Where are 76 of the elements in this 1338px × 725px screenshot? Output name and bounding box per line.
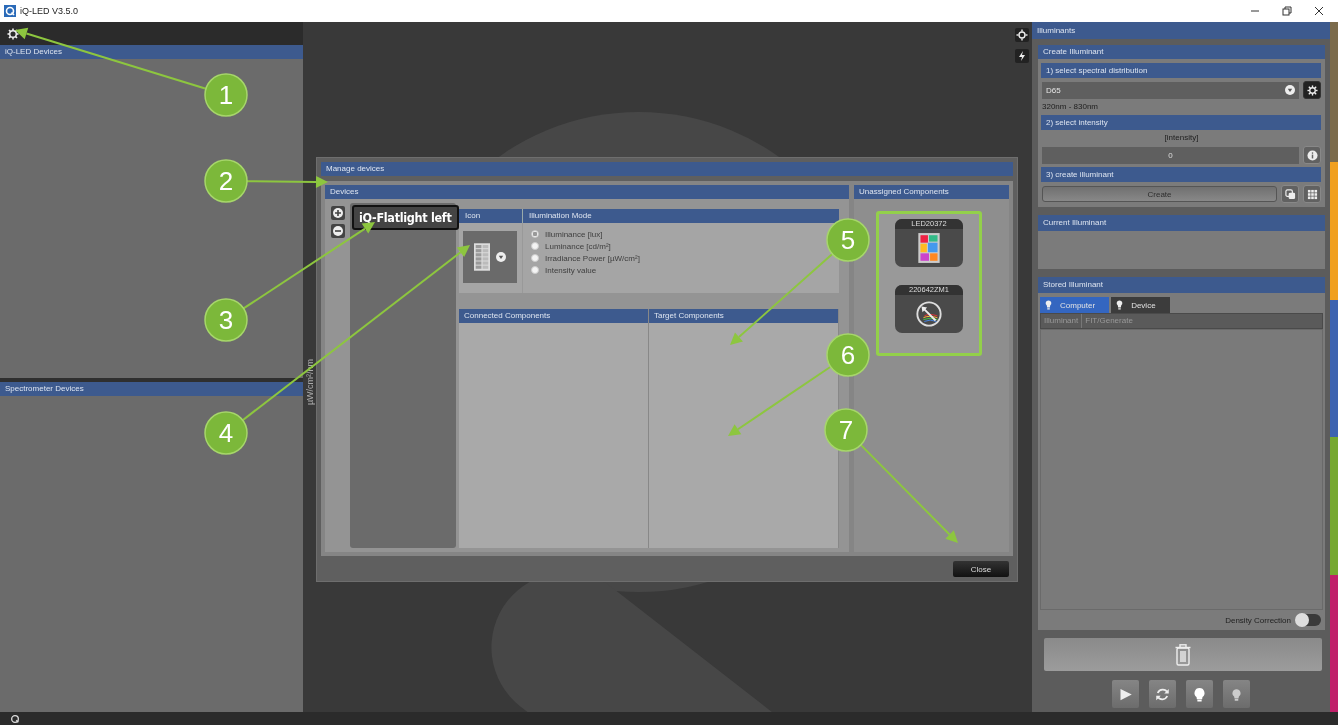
tab[interactable]: Computer xyxy=(1040,297,1110,313)
callout-marker: 2 xyxy=(204,159,248,203)
settings-button[interactable] xyxy=(1303,81,1321,99)
play-button[interactable] xyxy=(1112,680,1139,708)
axis-label: µW/cm²/nm xyxy=(305,358,316,406)
settings-icon xyxy=(1306,84,1318,96)
caret-icon xyxy=(1285,85,1295,95)
callout-marker: 6 xyxy=(826,333,870,377)
field-label: [intensity] xyxy=(1163,133,1200,143)
card-header: Create Illuminant xyxy=(1038,45,1325,59)
radio-label: Irradiance Power [µW/cm²] xyxy=(545,253,640,263)
radio-button[interactable] xyxy=(531,242,539,250)
column-header: Illumination Mode xyxy=(523,209,839,223)
tab[interactable]: Device xyxy=(1111,297,1170,313)
step-header: 2) select intensity xyxy=(1041,115,1321,130)
grid-button[interactable] xyxy=(1303,185,1321,203)
play-icon xyxy=(1118,686,1133,702)
pane-header: Connected Components xyxy=(459,309,648,323)
bulb-button[interactable] xyxy=(1186,680,1213,708)
radio-label: Illuminance [lux] xyxy=(545,229,603,239)
spectrometer-icon xyxy=(915,298,943,330)
section-header: Devices xyxy=(325,185,849,199)
intensity-field[interactable]: 0 xyxy=(1042,146,1299,164)
info-button[interactable] xyxy=(1303,146,1321,164)
radio-button[interactable] xyxy=(531,254,539,262)
callout-marker: 3 xyxy=(204,298,248,342)
range-text: 320nm - 830nm xyxy=(1042,102,1100,112)
radio-label: Intensity value xyxy=(545,265,597,275)
settings-icon[interactable] xyxy=(1015,28,1029,42)
led-panel-icon xyxy=(915,232,943,264)
distribution-dropdown[interactable]: D65 xyxy=(1042,81,1299,99)
callout-marker: 1 xyxy=(204,73,248,117)
add-icon[interactable] xyxy=(331,206,345,220)
column-header: Icon xyxy=(459,209,523,223)
settings-icon[interactable] xyxy=(7,27,19,40)
refresh-icon xyxy=(1155,686,1170,702)
caret-icon xyxy=(496,252,506,262)
remove-icon[interactable] xyxy=(331,224,345,238)
callout-marker: 5 xyxy=(826,218,870,262)
panel-header: Spectrometer Devices xyxy=(0,382,303,396)
panel-header: Illuminants xyxy=(1032,22,1330,39)
app-logo-icon xyxy=(4,5,16,17)
toggle-switch[interactable] xyxy=(1296,614,1321,626)
bulb-button[interactable] xyxy=(1223,680,1250,708)
radio-label: Luminance [cd/m²] xyxy=(545,241,611,251)
close-button[interactable]: Close xyxy=(953,561,1009,577)
pane-header: Target Components xyxy=(649,309,838,323)
dialog-title: Manage devices xyxy=(321,162,1013,176)
step-header: 1) select spectral distribution xyxy=(1041,63,1321,78)
app-logo-icon xyxy=(10,713,20,724)
bulb-icon xyxy=(1045,300,1052,310)
copy-button[interactable] xyxy=(1281,185,1299,203)
info-icon xyxy=(1306,149,1318,161)
panel-icon xyxy=(474,240,490,274)
restore-icon[interactable] xyxy=(1282,6,1292,16)
step-header: 3) create illuminant xyxy=(1041,167,1321,182)
copy-icon xyxy=(1284,188,1296,200)
card-header: Current Illuminant xyxy=(1038,215,1325,231)
icon-dropdown[interactable] xyxy=(463,231,517,283)
device-item[interactable]: iQ-Flatlight left xyxy=(352,205,459,230)
radio-button[interactable] xyxy=(531,266,539,274)
window-title: iQ-LED V3.5.0 xyxy=(20,6,79,16)
bulb-icon xyxy=(1116,300,1124,310)
grid-icon xyxy=(1306,188,1318,200)
callout-marker: 4 xyxy=(204,411,248,455)
callout-marker: 7 xyxy=(824,408,868,452)
card-header: Stored Illuminant xyxy=(1038,277,1325,293)
section-header: Unassigned Components xyxy=(854,185,1009,199)
bulb-icon xyxy=(1229,686,1244,702)
bulb-icon xyxy=(1192,686,1207,702)
panel-header: iQ-LED Devices xyxy=(0,45,303,59)
radio-button[interactable] xyxy=(531,230,539,238)
refresh-button[interactable] xyxy=(1149,680,1176,708)
toggle-label: Density Correction xyxy=(1225,615,1291,625)
close-icon[interactable] xyxy=(1314,6,1324,16)
flash-icon[interactable] xyxy=(1015,49,1029,63)
